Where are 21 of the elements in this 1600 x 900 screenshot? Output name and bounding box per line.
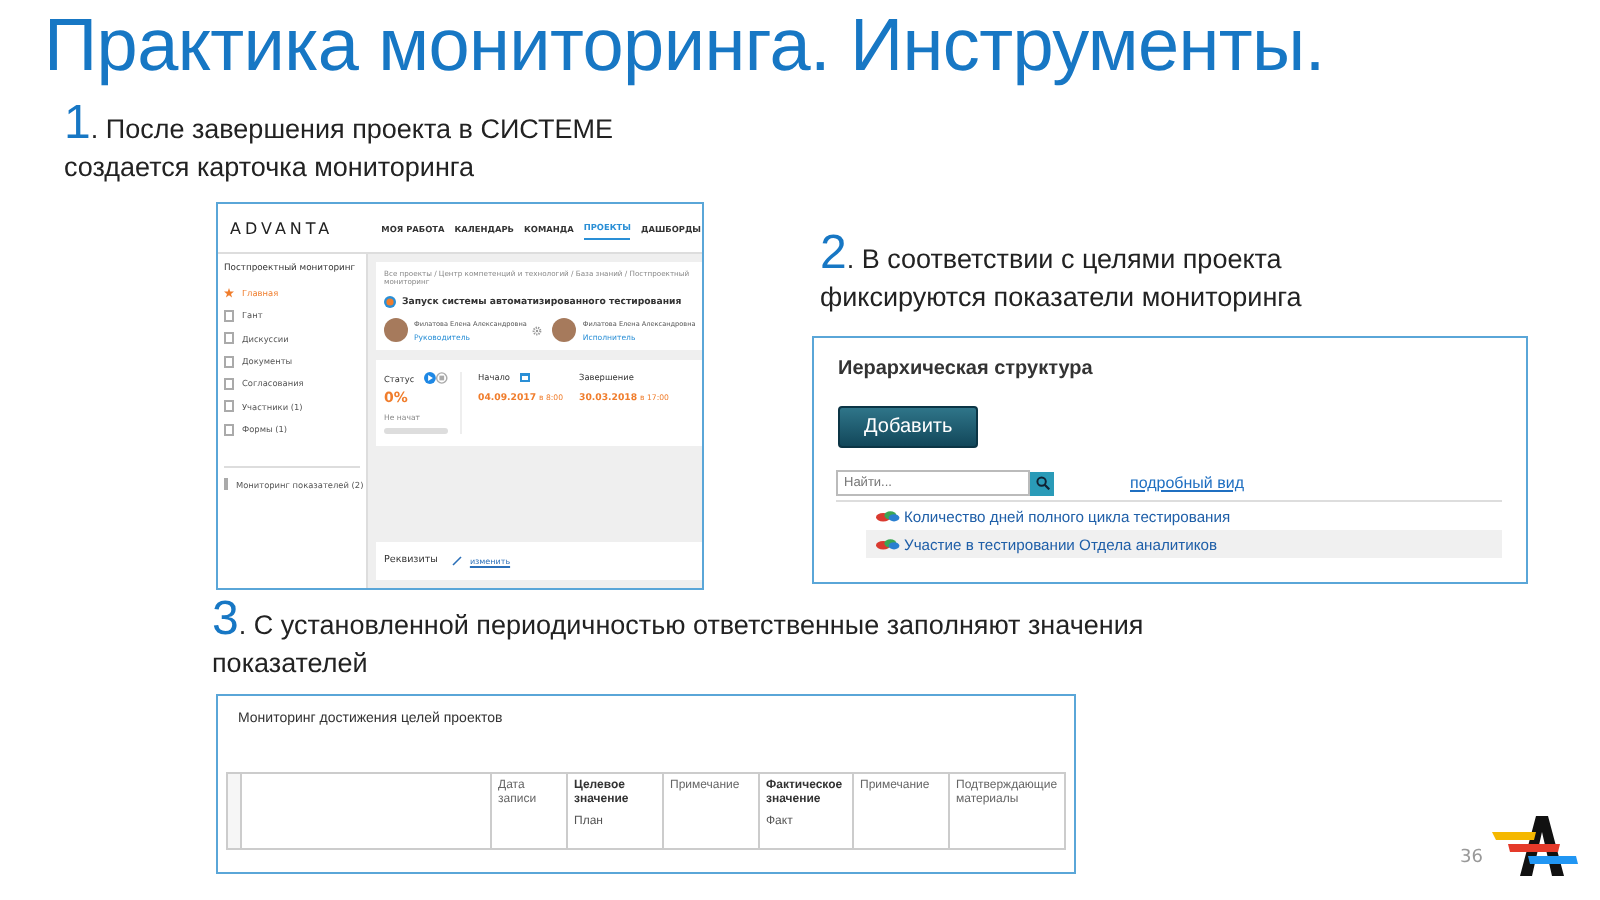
step-caption: 1. После завершения проекта в СИСТЕМЕ создается карточка мониторинга xyxy=(64,104,615,186)
play-stop-icon[interactable] xyxy=(424,372,448,384)
step-caption: 2. В соответствии с целями проекта фиксируются показатели мониторинга xyxy=(820,234,1304,316)
star-icon xyxy=(224,288,234,299)
page-number: 36 xyxy=(1460,848,1483,868)
step-caption: 3. С установленной периодичностью ответственные заполняют значения показателей xyxy=(212,600,1146,682)
indicator-icon xyxy=(876,538,900,550)
add-button[interactable]: Добавить xyxy=(838,406,979,448)
target-icon xyxy=(384,296,396,308)
slide-title: Практика мониторинга. Инструменты. xyxy=(44,4,1325,88)
calendar-icon[interactable] xyxy=(520,372,530,382)
settings-icon[interactable] xyxy=(532,325,543,335)
logo-icon xyxy=(1492,812,1580,880)
search-button[interactable] xyxy=(1030,471,1054,495)
detail-view-link[interactable]: подробный вид xyxy=(1130,474,1244,492)
indicator-icon xyxy=(876,510,900,522)
avatar xyxy=(552,318,577,342)
pencil-icon xyxy=(451,556,462,566)
logo: ADVANTA xyxy=(230,219,334,237)
hierarchy-title: Иерархическая структура xyxy=(838,358,1095,380)
avatar xyxy=(384,318,408,342)
